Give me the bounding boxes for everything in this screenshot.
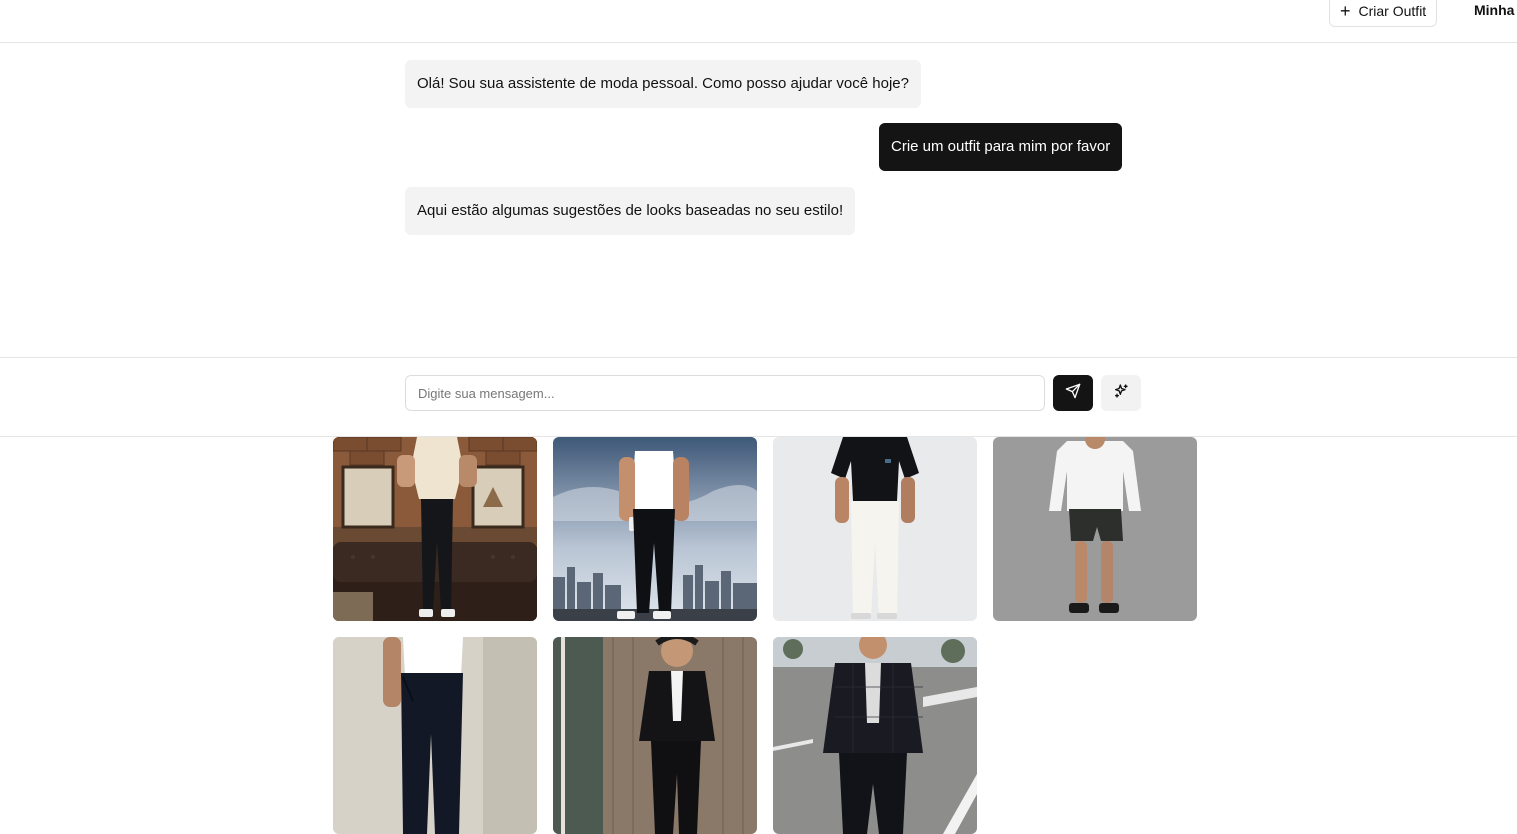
chat-thread: Olá! Sou sua assistente de moda pessoal.… [0, 43, 1517, 357]
create-outfit-label: Criar Outfit [1358, 2, 1427, 19]
assistant-message: Aqui estão algumas sugestões de looks ba… [405, 187, 856, 235]
outfit-grid [0, 437, 1517, 834]
composer-bar [0, 357, 1517, 437]
outfit-image [553, 637, 757, 834]
assistant-message: Olá! Sou sua assistente de moda pessoal.… [405, 60, 921, 108]
create-outfit-button[interactable]: + Criar Outfit [1329, 0, 1438, 27]
outfit-card[interactable] [773, 437, 977, 621]
outfit-card[interactable] [333, 437, 537, 621]
plus-icon: + [1340, 0, 1351, 21]
outfit-image [333, 637, 537, 834]
outfit-card[interactable] [553, 437, 757, 621]
outfit-image [993, 437, 1197, 621]
outfit-card[interactable] [993, 437, 1197, 621]
message-input[interactable] [405, 375, 1045, 411]
send-icon [1065, 383, 1081, 404]
sparkles-icon [1113, 383, 1129, 404]
outfit-image [773, 637, 977, 834]
send-button[interactable] [1053, 375, 1093, 411]
outfit-card[interactable] [333, 637, 537, 834]
outfit-image [773, 437, 977, 621]
outfit-card[interactable] [553, 637, 757, 834]
user-message: Crie um outfit para mim por favor [879, 123, 1123, 171]
outfit-image [333, 437, 537, 621]
top-bar: + Criar Outfit Minha [0, 0, 1517, 43]
outfit-image [553, 437, 757, 621]
outfit-card[interactable] [773, 637, 977, 834]
magic-suggest-button[interactable] [1101, 375, 1141, 411]
nav-link-minha[interactable]: Minha [1474, 2, 1514, 18]
